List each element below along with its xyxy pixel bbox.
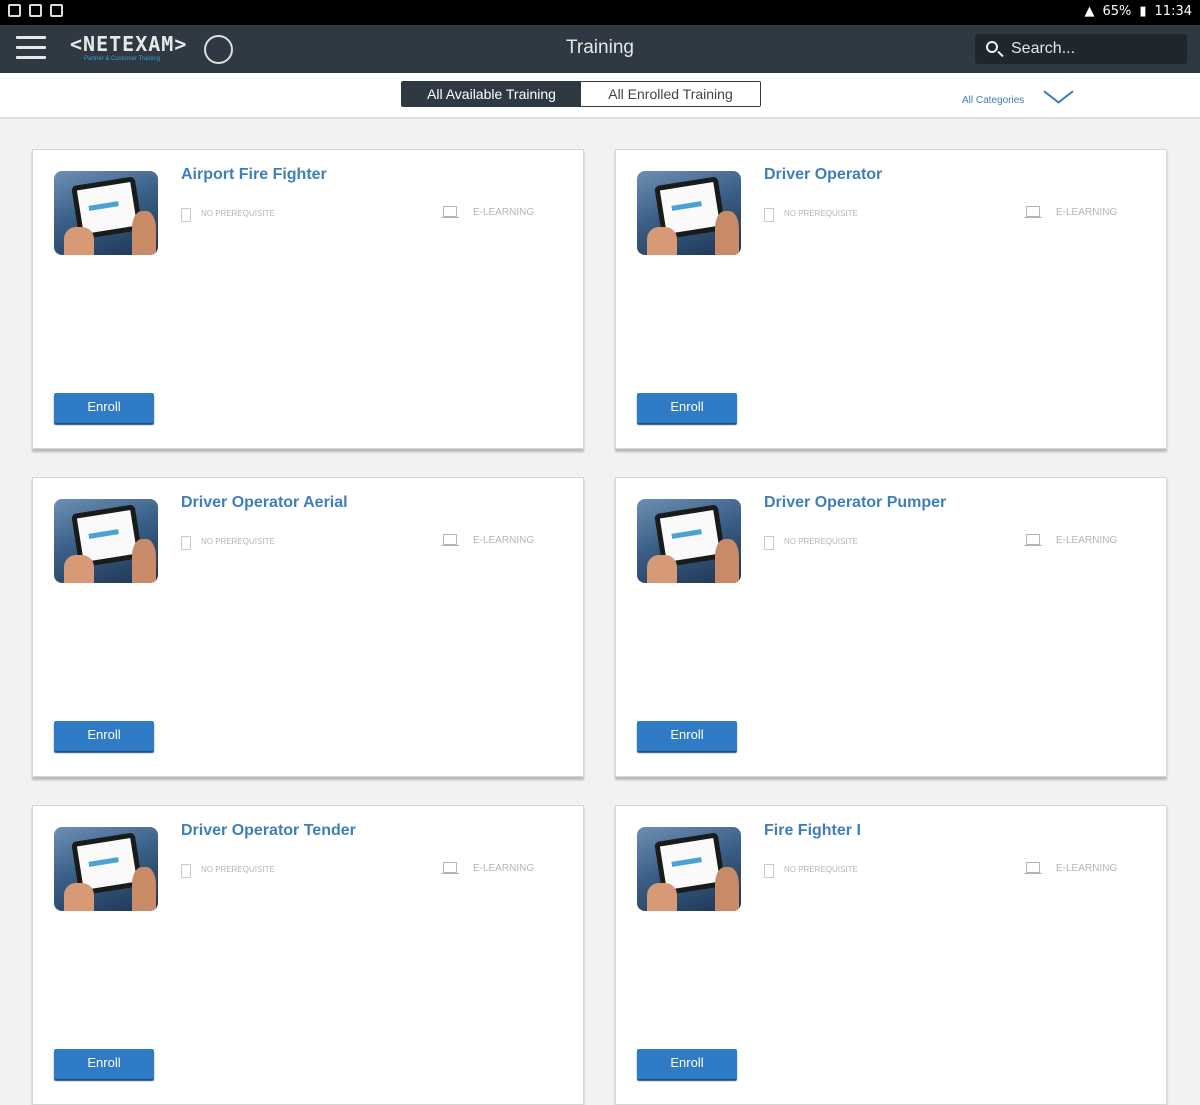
clock: 11:34 (1154, 4, 1192, 19)
enroll-button[interactable]: Enroll (54, 1049, 154, 1079)
course-type-label: E-LEARNING (473, 863, 535, 874)
course-card: Airport Fire Fighter NO PREREQUISITE E-L… (32, 149, 584, 449)
course-card: Driver Operator Pumper NO PREREQUISITE E… (615, 477, 1167, 777)
app-notification-icon (29, 4, 42, 17)
category-dropdown-label[interactable]: All Categories (962, 95, 1024, 106)
prerequisite-label: NO PREREQUISITE (201, 865, 275, 874)
document-icon (764, 208, 774, 222)
enroll-button[interactable]: Enroll (54, 721, 154, 751)
tab-all-enrolled-training[interactable]: All Enrolled Training (581, 82, 760, 106)
laptop-icon (441, 206, 459, 218)
enroll-button[interactable]: Enroll (54, 393, 154, 423)
media-notification-icon (50, 4, 63, 17)
tab-all-available-training[interactable]: All Available Training (402, 82, 581, 106)
course-title[interactable]: Airport Fire Fighter (181, 166, 327, 184)
course-thumbnail (54, 827, 158, 911)
course-title[interactable]: Driver Operator Aerial (181, 494, 348, 512)
course-type-label: E-LEARNING (1056, 863, 1118, 874)
course-card: Fire Fighter I NO PREREQUISITE E-LEARNIN… (615, 805, 1167, 1105)
document-icon (181, 864, 191, 878)
prerequisite-label: NO PREREQUISITE (201, 209, 275, 218)
wifi-icon[interactable] (204, 35, 233, 64)
course-type-label: E-LEARNING (1056, 207, 1118, 218)
course-type-label: E-LEARNING (473, 207, 535, 218)
course-thumbnail (637, 171, 741, 255)
gallery-notification-icon (8, 4, 21, 17)
prerequisite-label: NO PREREQUISITE (201, 537, 275, 546)
course-title[interactable]: Driver Operator Tender (181, 822, 356, 840)
enroll-button[interactable]: Enroll (637, 1049, 737, 1079)
enroll-button[interactable]: Enroll (637, 721, 737, 751)
course-grid: Airport Fire Fighter NO PREREQUISITE E-L… (0, 121, 1200, 1105)
system-status: ▲ 65% ▮ 11:34 (1084, 4, 1192, 19)
logo-tagline: Partner & Customer Training (84, 56, 161, 62)
laptop-icon (1024, 862, 1042, 874)
course-card: Driver Operator NO PREREQUISITE E-LEARNI… (615, 149, 1167, 449)
prerequisite-label: NO PREREQUISITE (784, 865, 858, 874)
notification-icons (8, 4, 63, 17)
battery-icon: ▮ (1139, 4, 1147, 19)
search-box[interactable] (975, 34, 1187, 64)
chevron-down-icon[interactable] (1042, 87, 1070, 115)
prerequisite-label: NO PREREQUISITE (784, 537, 858, 546)
laptop-icon (441, 862, 459, 874)
course-type-label: E-LEARNING (1056, 535, 1118, 546)
course-thumbnail (637, 827, 741, 911)
course-title[interactable]: Driver Operator (764, 166, 882, 184)
app-bar: <NETEXAM> Partner & Customer Training Tr… (0, 25, 1200, 73)
document-icon (764, 864, 774, 878)
course-title[interactable]: Fire Fighter I (764, 822, 861, 840)
laptop-icon (1024, 206, 1042, 218)
search-icon (986, 41, 998, 53)
course-thumbnail (637, 499, 741, 583)
course-type-label: E-LEARNING (473, 535, 535, 546)
prerequisite-label: NO PREREQUISITE (784, 209, 858, 218)
course-card: Driver Operator Tender NO PREREQUISITE E… (32, 805, 584, 1105)
hamburger-menu-icon[interactable] (16, 36, 46, 62)
document-icon (181, 536, 191, 550)
laptop-icon (1024, 534, 1042, 546)
course-card: Driver Operator Aerial NO PREREQUISITE E… (32, 477, 584, 777)
filter-bar: All Available Training All Enrolled Trai… (0, 73, 1200, 119)
course-thumbnail (54, 171, 158, 255)
training-tabs: All Available Training All Enrolled Trai… (401, 81, 761, 107)
signal-icon: ▲ (1084, 4, 1095, 19)
logo-wordmark: <NETEXAM> (70, 32, 188, 56)
laptop-icon (441, 534, 459, 546)
netexam-logo: <NETEXAM> Partner & Customer Training (70, 33, 200, 65)
course-thumbnail (54, 499, 158, 583)
search-input[interactable] (1011, 39, 1181, 59)
course-title[interactable]: Driver Operator Pumper (764, 494, 946, 512)
document-icon (181, 208, 191, 222)
status-bar: ▲ 65% ▮ 11:34 (0, 0, 1200, 25)
battery-level: 65% (1102, 4, 1132, 19)
enroll-button[interactable]: Enroll (637, 393, 737, 423)
document-icon (764, 536, 774, 550)
